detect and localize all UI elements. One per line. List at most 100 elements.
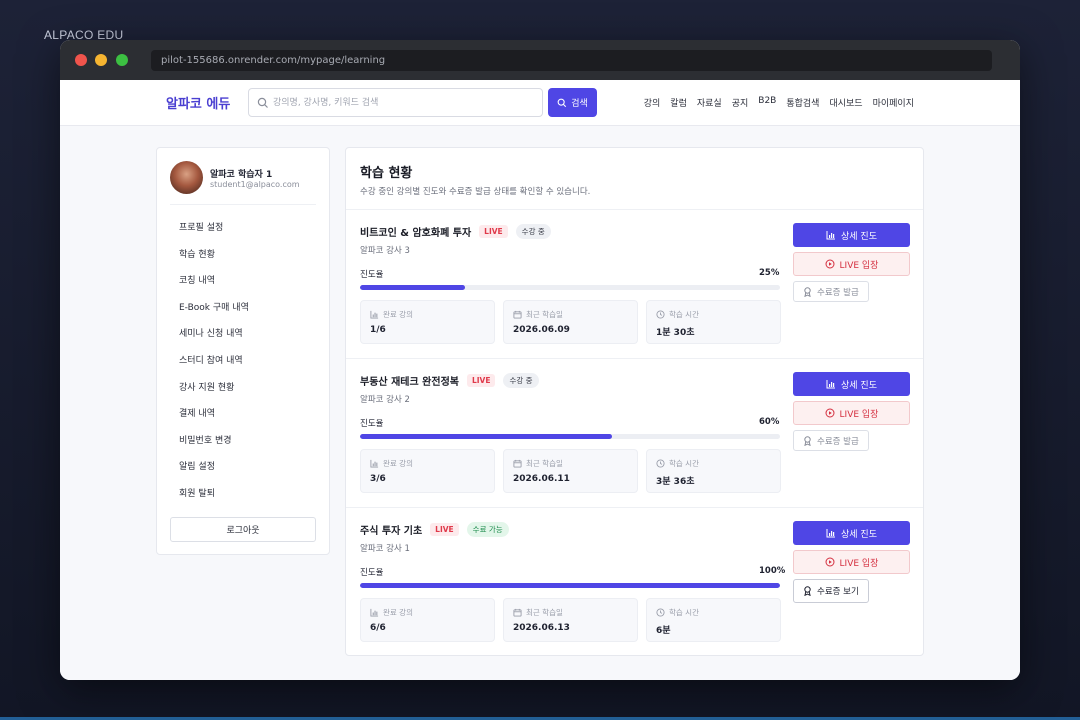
award-icon — [803, 286, 812, 297]
stat-label: 최근 학습일 — [526, 459, 563, 468]
search-input[interactable] — [273, 93, 533, 113]
course-stats: 완료 강의 6/6 최근 학습일 2026.06.13 학습 시간 6분 — [360, 598, 781, 642]
sidebar-item-ebook-purchases[interactable]: E-Book 구매 내역 — [179, 300, 249, 327]
site-logo[interactable]: 알파코 에듀 — [166, 93, 230, 112]
button-label: 수료증 발급 — [817, 287, 859, 298]
course-instructor: 알파코 강사 1 — [360, 544, 410, 554]
maximize-window-button[interactable] — [116, 54, 128, 66]
certificate-button[interactable]: 수료증 발급 — [793, 281, 869, 302]
course-actions: 상세 진도 LIVE 입장 수료증 발급 — [793, 372, 910, 451]
progress-percent: 60% — [759, 417, 780, 427]
live-join-button[interactable]: LIVE 입장 — [793, 252, 910, 276]
sidebar-item-learning-status[interactable]: 학습 현황 — [179, 247, 249, 274]
sidebar-item-seminar-applications[interactable]: 세미나 신청 내역 — [179, 326, 249, 353]
browser-window: pilot-155686.onrender.com/mypage/learnin… — [60, 40, 1020, 680]
certificate-button[interactable]: 수료증 발급 — [793, 430, 869, 451]
stat-label: 완료 강의 — [383, 310, 413, 319]
button-label: 상세 진도 — [841, 380, 877, 391]
live-join-button[interactable]: LIVE 입장 — [793, 401, 910, 425]
stat-study-time: 학습 시간 6분 — [646, 598, 781, 642]
nav-link-mypage[interactable]: 마이페이지 — [873, 96, 914, 109]
play-circle-icon — [825, 259, 835, 269]
calendar-icon — [513, 310, 522, 319]
live-badge: LIVE — [466, 374, 496, 387]
profile-card: 알파코 학습자 1 student1@alpaco.com — [170, 161, 316, 205]
nav-link-integrated-search[interactable]: 통합검색 — [786, 96, 819, 109]
calendar-icon — [513, 459, 522, 468]
progress-label: 진도율 — [360, 568, 384, 578]
clock-icon — [656, 608, 665, 617]
profile-email: student1@alpaco.com — [210, 180, 300, 189]
detail-progress-button[interactable]: 상세 진도 — [793, 372, 910, 396]
progress-label: 진도율 — [360, 270, 384, 280]
clock-icon — [656, 459, 665, 468]
nav-link-notices[interactable]: 공지 — [732, 96, 749, 109]
stat-completed-lectures: 완료 강의 3/6 — [360, 449, 495, 493]
calendar-icon — [513, 608, 522, 617]
page-subtitle: 수강 중인 강의별 진도와 수료증 발급 상태를 확인할 수 있습니다. — [360, 187, 591, 197]
stat-value: 2026.06.11 — [513, 474, 570, 484]
nav-links: 강의 칼럼 자료실 공지 B2B 통합검색 대시보드 마이페이지 — [644, 96, 914, 109]
stat-study-time: 학습 시간 3분 36초 — [646, 449, 781, 493]
course-card: 주식 투자 기초 LIVE 수료 가능 알파코 강사 1 진도율 100% 완료… — [346, 508, 923, 655]
button-label: 상세 진도 — [841, 529, 877, 540]
learning-status-panel: 학습 현황 수강 중인 강의별 진도와 수료증 발급 상태를 확인할 수 있습니… — [345, 147, 924, 656]
page-title: 학습 현황 — [360, 166, 413, 181]
stat-value: 2026.06.13 — [513, 623, 570, 633]
sidebar-item-profile-settings[interactable]: 프로필 설정 — [179, 220, 249, 247]
course-title: 주식 투자 기초 — [360, 526, 423, 537]
minimize-window-button[interactable] — [95, 54, 107, 66]
search-button-label: 검색 — [571, 99, 588, 109]
sidebar-item-withdraw[interactable]: 회원 탈퇴 — [179, 486, 249, 513]
button-label: 수료증 보기 — [817, 587, 859, 597]
sidebar-item-payments[interactable]: 결제 내역 — [179, 406, 249, 433]
clock-icon — [656, 310, 665, 319]
button-label: 상세 진도 — [841, 231, 877, 242]
close-window-button[interactable] — [75, 54, 87, 66]
nav-link-resources[interactable]: 자료실 — [697, 96, 722, 109]
detail-progress-button[interactable]: 상세 진도 — [793, 521, 910, 545]
nav-link-dashboard[interactable]: 대시보드 — [829, 96, 862, 109]
detail-progress-button[interactable]: 상세 진도 — [793, 223, 910, 247]
sidebar-item-instructor-applications[interactable]: 강사 지원 현황 — [179, 380, 249, 407]
sidebar-item-study-participation[interactable]: 스터디 참여 내역 — [179, 353, 249, 380]
stat-label: 학습 시간 — [669, 310, 699, 319]
stat-label: 완료 강의 — [383, 608, 413, 617]
search-button[interactable]: 검색 — [548, 88, 597, 117]
stat-value: 2026.06.09 — [513, 325, 570, 335]
nav-link-b2b[interactable]: B2B — [758, 96, 776, 109]
sidebar-item-notification-settings[interactable]: 알림 설정 — [179, 459, 249, 486]
play-circle-icon — [825, 557, 835, 567]
stat-label: 최근 학습일 — [526, 608, 563, 617]
course-title-row: 주식 투자 기초 LIVE 수료 가능 — [360, 522, 509, 537]
button-label: LIVE 입장 — [839, 260, 879, 271]
stat-value: 3분 36초 — [656, 477, 695, 487]
sidebar-item-coaching[interactable]: 코칭 내역 — [179, 273, 249, 300]
certificate-view-button[interactable]: 수료증 보기 — [793, 579, 869, 603]
browser-chrome: pilot-155686.onrender.com/mypage/learnin… — [60, 40, 1020, 80]
nav-link-columns[interactable]: 칼럼 — [670, 96, 687, 109]
course-title: 비트코인 & 암호화폐 투자 — [360, 228, 472, 239]
sidebar-menu: 프로필 설정 학습 현황 코칭 내역 E-Book 구매 내역 세미나 신청 내… — [179, 220, 249, 513]
stat-completed-lectures: 완료 강의 1/6 — [360, 300, 495, 344]
bar-chart-icon — [826, 379, 836, 389]
live-badge: LIVE — [430, 523, 459, 536]
sidebar-item-change-password[interactable]: 비밀번호 변경 — [179, 433, 249, 460]
button-label: LIVE 입장 — [839, 409, 879, 420]
course-title: 부동산 재테크 완전정복 — [360, 377, 459, 388]
status-badge: 수강 중 — [503, 373, 539, 388]
nav-link-lectures[interactable]: 강의 — [644, 96, 661, 109]
course-stats: 완료 강의 3/6 최근 학습일 2026.06.11 학습 시간 3분 36초 — [360, 449, 781, 493]
bar-chart-icon — [826, 230, 836, 240]
stat-label: 학습 시간 — [669, 459, 699, 468]
logout-button[interactable]: 로그아웃 — [170, 517, 316, 542]
progress-percent: 100% — [759, 566, 786, 576]
progress-bar — [360, 285, 780, 290]
progress-bar — [360, 583, 780, 588]
award-icon — [803, 586, 812, 596]
mypage-sidebar: 알파코 학습자 1 student1@alpaco.com 프로필 설정 학습 … — [156, 147, 330, 555]
address-bar[interactable]: pilot-155686.onrender.com/mypage/learnin… — [151, 50, 992, 71]
live-join-button[interactable]: LIVE 입장 — [793, 550, 910, 574]
course-card: 부동산 재테크 완전정복 LIVE 수강 중 알파코 강사 2 진도율 60% … — [346, 359, 923, 508]
progress-percent: 25% — [759, 268, 780, 278]
